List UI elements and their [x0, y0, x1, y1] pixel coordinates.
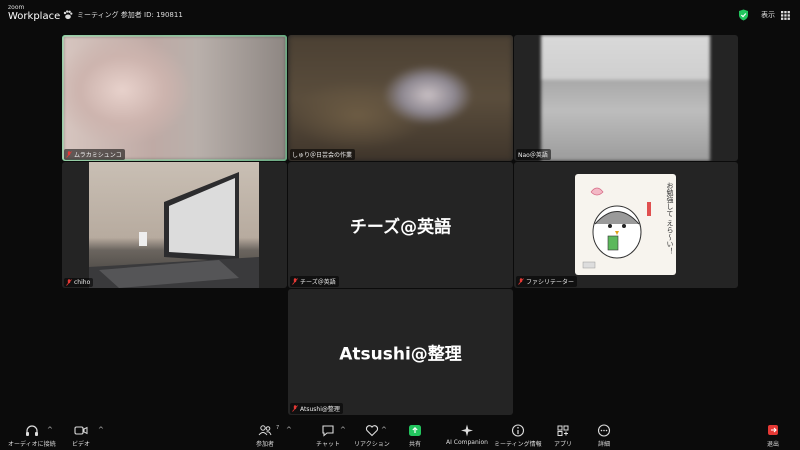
participant-video	[62, 35, 287, 161]
zoom-logo: zoom Workplace	[8, 5, 60, 22]
apps-icon	[557, 425, 569, 436]
video-tile-4[interactable]: chiho	[62, 162, 287, 288]
video-tile-6[interactable]: お勉強して えら～い！ ファシリテーター	[514, 162, 738, 288]
participant-video	[288, 35, 513, 161]
mic-muted-icon	[292, 278, 298, 285]
name-tag: chiho	[64, 278, 94, 287]
grid-view-icon[interactable]	[781, 10, 790, 20]
headphones-icon	[25, 425, 38, 436]
mic-muted-icon	[66, 279, 72, 286]
video-tile-7[interactable]: Atsushi@整理 Atsushi@整理	[288, 289, 513, 415]
laptop-desk-scene	[89, 172, 259, 288]
meeting-toolbar: オーディオに接続 ^ ビデオ ^ 参加者 7 ^ チャット ^ リアクション ^	[0, 420, 800, 450]
participants-button[interactable]: 参加者	[256, 424, 274, 448]
chat-button[interactable]: チャット	[316, 424, 340, 448]
video-tile-3[interactable]: Nao＠英語	[514, 35, 738, 161]
video-tile-1[interactable]: ムラカミシュンコ	[62, 35, 287, 161]
participant-video	[541, 35, 710, 161]
audio-options-chevron[interactable]: ^	[47, 426, 53, 434]
mic-muted-icon	[66, 151, 72, 158]
name-tag: チーズ＠英語	[290, 276, 339, 287]
meeting-info[interactable]: ミーティング 参加者 ID: 190811	[63, 10, 183, 20]
participants-options-chevron[interactable]: ^	[286, 426, 292, 434]
name-tag: Atsushi@整理	[290, 403, 343, 414]
name-tag: Nao＠英語	[516, 149, 551, 160]
sparkle-icon	[460, 424, 473, 437]
video-button[interactable]: ビデオ	[72, 424, 90, 448]
video-options-chevron[interactable]: ^	[98, 426, 104, 434]
share-screen-icon	[409, 425, 421, 436]
meeting-info-button[interactable]: ミーティング情報	[494, 424, 542, 448]
logo-bottom-text: Workplace	[8, 11, 61, 22]
participants-count: 7	[276, 425, 280, 431]
video-tile-5[interactable]: チーズ@英語 チーズ＠英語	[288, 162, 513, 288]
mic-muted-icon	[518, 278, 524, 285]
video-tile-2[interactable]: しゅり＠日芸会の作業	[288, 35, 513, 161]
more-dots-icon	[597, 424, 611, 437]
apps-button[interactable]: アプリ	[554, 424, 572, 448]
shield-check-icon[interactable]	[738, 9, 749, 21]
leave-button[interactable]: 退出	[766, 424, 780, 448]
mic-muted-icon	[292, 405, 298, 412]
name-tag: しゅり＠日芸会の作業	[290, 149, 356, 160]
profile-picture-sticker: お勉強して えら～い！	[575, 174, 676, 275]
participants-icon	[258, 425, 272, 436]
ai-companion-button[interactable]: AI Companion	[446, 424, 488, 446]
info-icon	[511, 424, 524, 437]
video-camera-icon	[74, 426, 88, 435]
chat-options-chevron[interactable]: ^	[340, 426, 346, 434]
reactions-options-chevron[interactable]: ^	[381, 426, 387, 434]
more-button[interactable]: 詳細	[597, 424, 611, 448]
participant-display-name: チーズ@英語	[349, 217, 452, 238]
view-button-label[interactable]: 表示	[761, 10, 775, 20]
top-bar: zoom Workplace ミーティング 参加者 ID: 190811 表示	[0, 0, 800, 30]
name-tag: ファシリテーター	[516, 276, 578, 287]
paw-icon	[63, 10, 73, 20]
leave-door-icon	[768, 425, 778, 435]
name-tag: ムラカミシュンコ	[64, 149, 125, 160]
chat-bubble-icon	[322, 425, 334, 437]
meeting-id-text: ミーティング 参加者 ID: 190811	[77, 11, 183, 19]
heart-icon	[365, 425, 378, 437]
participant-display-name: Atsushi@整理	[339, 344, 462, 365]
participant-video	[89, 162, 259, 288]
penguin-illustration	[582, 187, 651, 269]
sticker-caption: お勉強して えら～い！	[666, 182, 674, 255]
share-button[interactable]: 共有	[408, 424, 422, 448]
